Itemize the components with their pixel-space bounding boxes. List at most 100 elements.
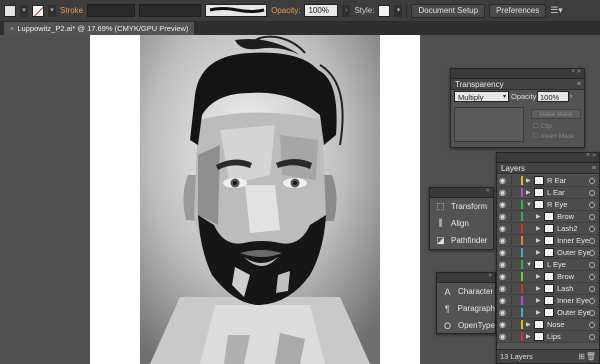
expand-arrow-icon[interactable]: ▶ bbox=[536, 235, 543, 247]
collapse-icon[interactable]: » bbox=[486, 187, 490, 194]
delete-layer-icon[interactable]: 🗑 bbox=[586, 350, 596, 364]
document-setup-button[interactable]: Document Setup bbox=[411, 3, 486, 18]
opacity-field[interactable]: 100% bbox=[304, 4, 339, 17]
lock-toggle[interactable] bbox=[511, 212, 519, 221]
lock-toggle[interactable] bbox=[511, 296, 519, 305]
layer-row[interactable]: ◉ ▶ Lash2 bbox=[497, 223, 599, 235]
expand-arrow-icon[interactable]: ▶ bbox=[526, 175, 533, 187]
expand-arrow-icon[interactable]: ▶ bbox=[536, 307, 543, 319]
visibility-eye-icon[interactable]: ◉ bbox=[499, 272, 509, 281]
mask-thumbnail[interactable] bbox=[454, 107, 524, 142]
opentype-panel-button[interactable]: O OpenType bbox=[437, 317, 495, 334]
visibility-eye-icon[interactable]: ◉ bbox=[499, 212, 509, 221]
stroke-weight-field[interactable] bbox=[87, 4, 136, 17]
target-circle-icon[interactable] bbox=[589, 250, 595, 256]
blend-mode-select[interactable]: Multiply ▾ bbox=[454, 91, 509, 102]
visibility-eye-icon[interactable]: ◉ bbox=[499, 284, 509, 293]
transparency-opacity-field[interactable]: 100% bbox=[537, 91, 569, 102]
opacity-dropdown-icon[interactable]: › bbox=[342, 4, 351, 17]
panel-drag-bar[interactable]: » bbox=[430, 187, 493, 198]
invert-mask-checkbox[interactable]: ☐ Invert Mask bbox=[533, 132, 574, 140]
visibility-eye-icon[interactable]: ◉ bbox=[499, 224, 509, 233]
layers-panel-title[interactable]: Layers ≡ bbox=[497, 163, 599, 174]
target-circle-icon[interactable] bbox=[589, 214, 595, 220]
panel-drag-bar[interactable]: × » bbox=[451, 68, 584, 79]
stroke-dropdown-icon[interactable]: ▾ bbox=[48, 4, 56, 17]
lock-toggle[interactable] bbox=[511, 332, 519, 341]
character-panel-button[interactable]: A Character bbox=[437, 283, 495, 300]
visibility-eye-icon[interactable]: ◉ bbox=[499, 200, 509, 209]
lock-toggle[interactable] bbox=[511, 248, 519, 257]
lock-toggle[interactable] bbox=[511, 284, 519, 293]
expand-arrow-icon[interactable]: ▶ bbox=[536, 211, 543, 223]
panel-drag-bar[interactable]: × » bbox=[497, 152, 599, 163]
lock-toggle[interactable] bbox=[511, 176, 519, 185]
opacity-arrow-icon[interactable]: › bbox=[570, 91, 580, 102]
document-tab[interactable]: × Luppowitz_P2.ai* @ 17.69% (CMYK/GPU Pre… bbox=[4, 22, 195, 35]
portrait-artwork[interactable] bbox=[140, 35, 380, 364]
layer-row[interactable]: ◉ ▶ Outer Eye bbox=[497, 307, 599, 319]
stroke-label[interactable]: Stroke bbox=[60, 6, 83, 15]
visibility-eye-icon[interactable]: ◉ bbox=[499, 260, 509, 269]
close-tab-icon[interactable]: × bbox=[10, 24, 14, 33]
pathfinder-panel-button[interactable]: ◪ Pathfinder bbox=[430, 232, 493, 249]
target-circle-icon[interactable] bbox=[589, 190, 595, 196]
lock-toggle[interactable] bbox=[511, 236, 519, 245]
lock-toggle[interactable] bbox=[511, 320, 519, 329]
layer-row[interactable]: ◉ ▶ Lash bbox=[497, 283, 599, 295]
target-circle-icon[interactable] bbox=[589, 334, 595, 340]
expand-arrow-icon[interactable]: ▶ bbox=[526, 187, 533, 199]
layer-row[interactable]: ◉ ▼ L Eye bbox=[497, 259, 599, 271]
lock-toggle[interactable] bbox=[511, 260, 519, 269]
expand-arrow-icon[interactable]: ▶ bbox=[526, 331, 533, 343]
visibility-eye-icon[interactable]: ◉ bbox=[499, 248, 509, 257]
layer-row[interactable]: ◉ ▶ Lips bbox=[497, 331, 599, 343]
new-layer-icon[interactable]: ⊞ bbox=[578, 350, 585, 364]
collapse-arrow-icon[interactable]: ▼ bbox=[526, 199, 533, 211]
clip-checkbox[interactable]: ☐ Clip bbox=[533, 122, 552, 130]
visibility-eye-icon[interactable]: ◉ bbox=[499, 188, 509, 197]
target-circle-icon[interactable] bbox=[589, 202, 595, 208]
lock-toggle[interactable] bbox=[511, 224, 519, 233]
close-panel-icon[interactable]: × » bbox=[586, 152, 596, 159]
style-dropdown-icon[interactable]: ▾ bbox=[394, 4, 403, 17]
layer-row[interactable]: ◉ ▶ Inner Eye bbox=[497, 235, 599, 247]
close-panel-icon[interactable]: × » bbox=[571, 68, 581, 75]
lock-toggle[interactable] bbox=[511, 200, 519, 209]
arrange-documents-icon[interactable]: ☰▾ bbox=[550, 5, 563, 16]
visibility-eye-icon[interactable]: ◉ bbox=[499, 236, 509, 245]
expand-arrow-icon[interactable]: ▶ bbox=[536, 283, 543, 295]
target-circle-icon[interactable] bbox=[589, 298, 595, 304]
fill-dropdown-icon[interactable]: ▾ bbox=[20, 4, 28, 17]
layer-row[interactable]: ◉ ▼ R Eye bbox=[497, 199, 599, 211]
variable-width-profile[interactable] bbox=[139, 4, 202, 17]
make-mask-button[interactable]: Make Mask bbox=[531, 109, 581, 119]
panel-menu-icon[interactable]: ≡ bbox=[592, 163, 596, 174]
collapse-icon[interactable]: » bbox=[488, 272, 492, 279]
layer-row[interactable]: ◉ ▶ Inner Eye bbox=[497, 295, 599, 307]
collapse-arrow-icon[interactable]: ▼ bbox=[526, 259, 533, 271]
layer-row[interactable]: ◉ ▶ R Ear bbox=[497, 175, 599, 187]
visibility-eye-icon[interactable]: ◉ bbox=[499, 296, 509, 305]
expand-arrow-icon[interactable]: ▶ bbox=[536, 223, 543, 235]
expand-arrow-icon[interactable]: ▶ bbox=[536, 247, 543, 259]
stroke-swatch[interactable] bbox=[32, 4, 44, 17]
layer-row[interactable]: ◉ ▶ Nose bbox=[497, 319, 599, 331]
lock-toggle[interactable] bbox=[511, 308, 519, 317]
expand-arrow-icon[interactable]: ▶ bbox=[536, 295, 543, 307]
visibility-eye-icon[interactable]: ◉ bbox=[499, 332, 509, 341]
panel-drag-bar[interactable]: » bbox=[437, 272, 495, 283]
target-circle-icon[interactable] bbox=[589, 238, 595, 244]
transform-panel-button[interactable]: ⬚ Transform bbox=[430, 198, 493, 215]
opacity-label[interactable]: Opacity: bbox=[271, 6, 300, 15]
layer-row[interactable]: ◉ ▶ Brow bbox=[497, 211, 599, 223]
visibility-eye-icon[interactable]: ◉ bbox=[499, 320, 509, 329]
transparency-panel-title[interactable]: Transparency ≡ bbox=[451, 79, 584, 90]
layer-row[interactable]: ◉ ▶ L Ear bbox=[497, 187, 599, 199]
align-panel-button[interactable]: ⫼ Align bbox=[430, 215, 493, 232]
visibility-eye-icon[interactable]: ◉ bbox=[499, 176, 509, 185]
graphic-style-swatch[interactable] bbox=[378, 4, 391, 17]
panel-menu-icon[interactable]: ≡ bbox=[577, 79, 581, 90]
target-circle-icon[interactable] bbox=[589, 226, 595, 232]
layer-row[interactable]: ◉ ▶ Outer Eye bbox=[497, 247, 599, 259]
